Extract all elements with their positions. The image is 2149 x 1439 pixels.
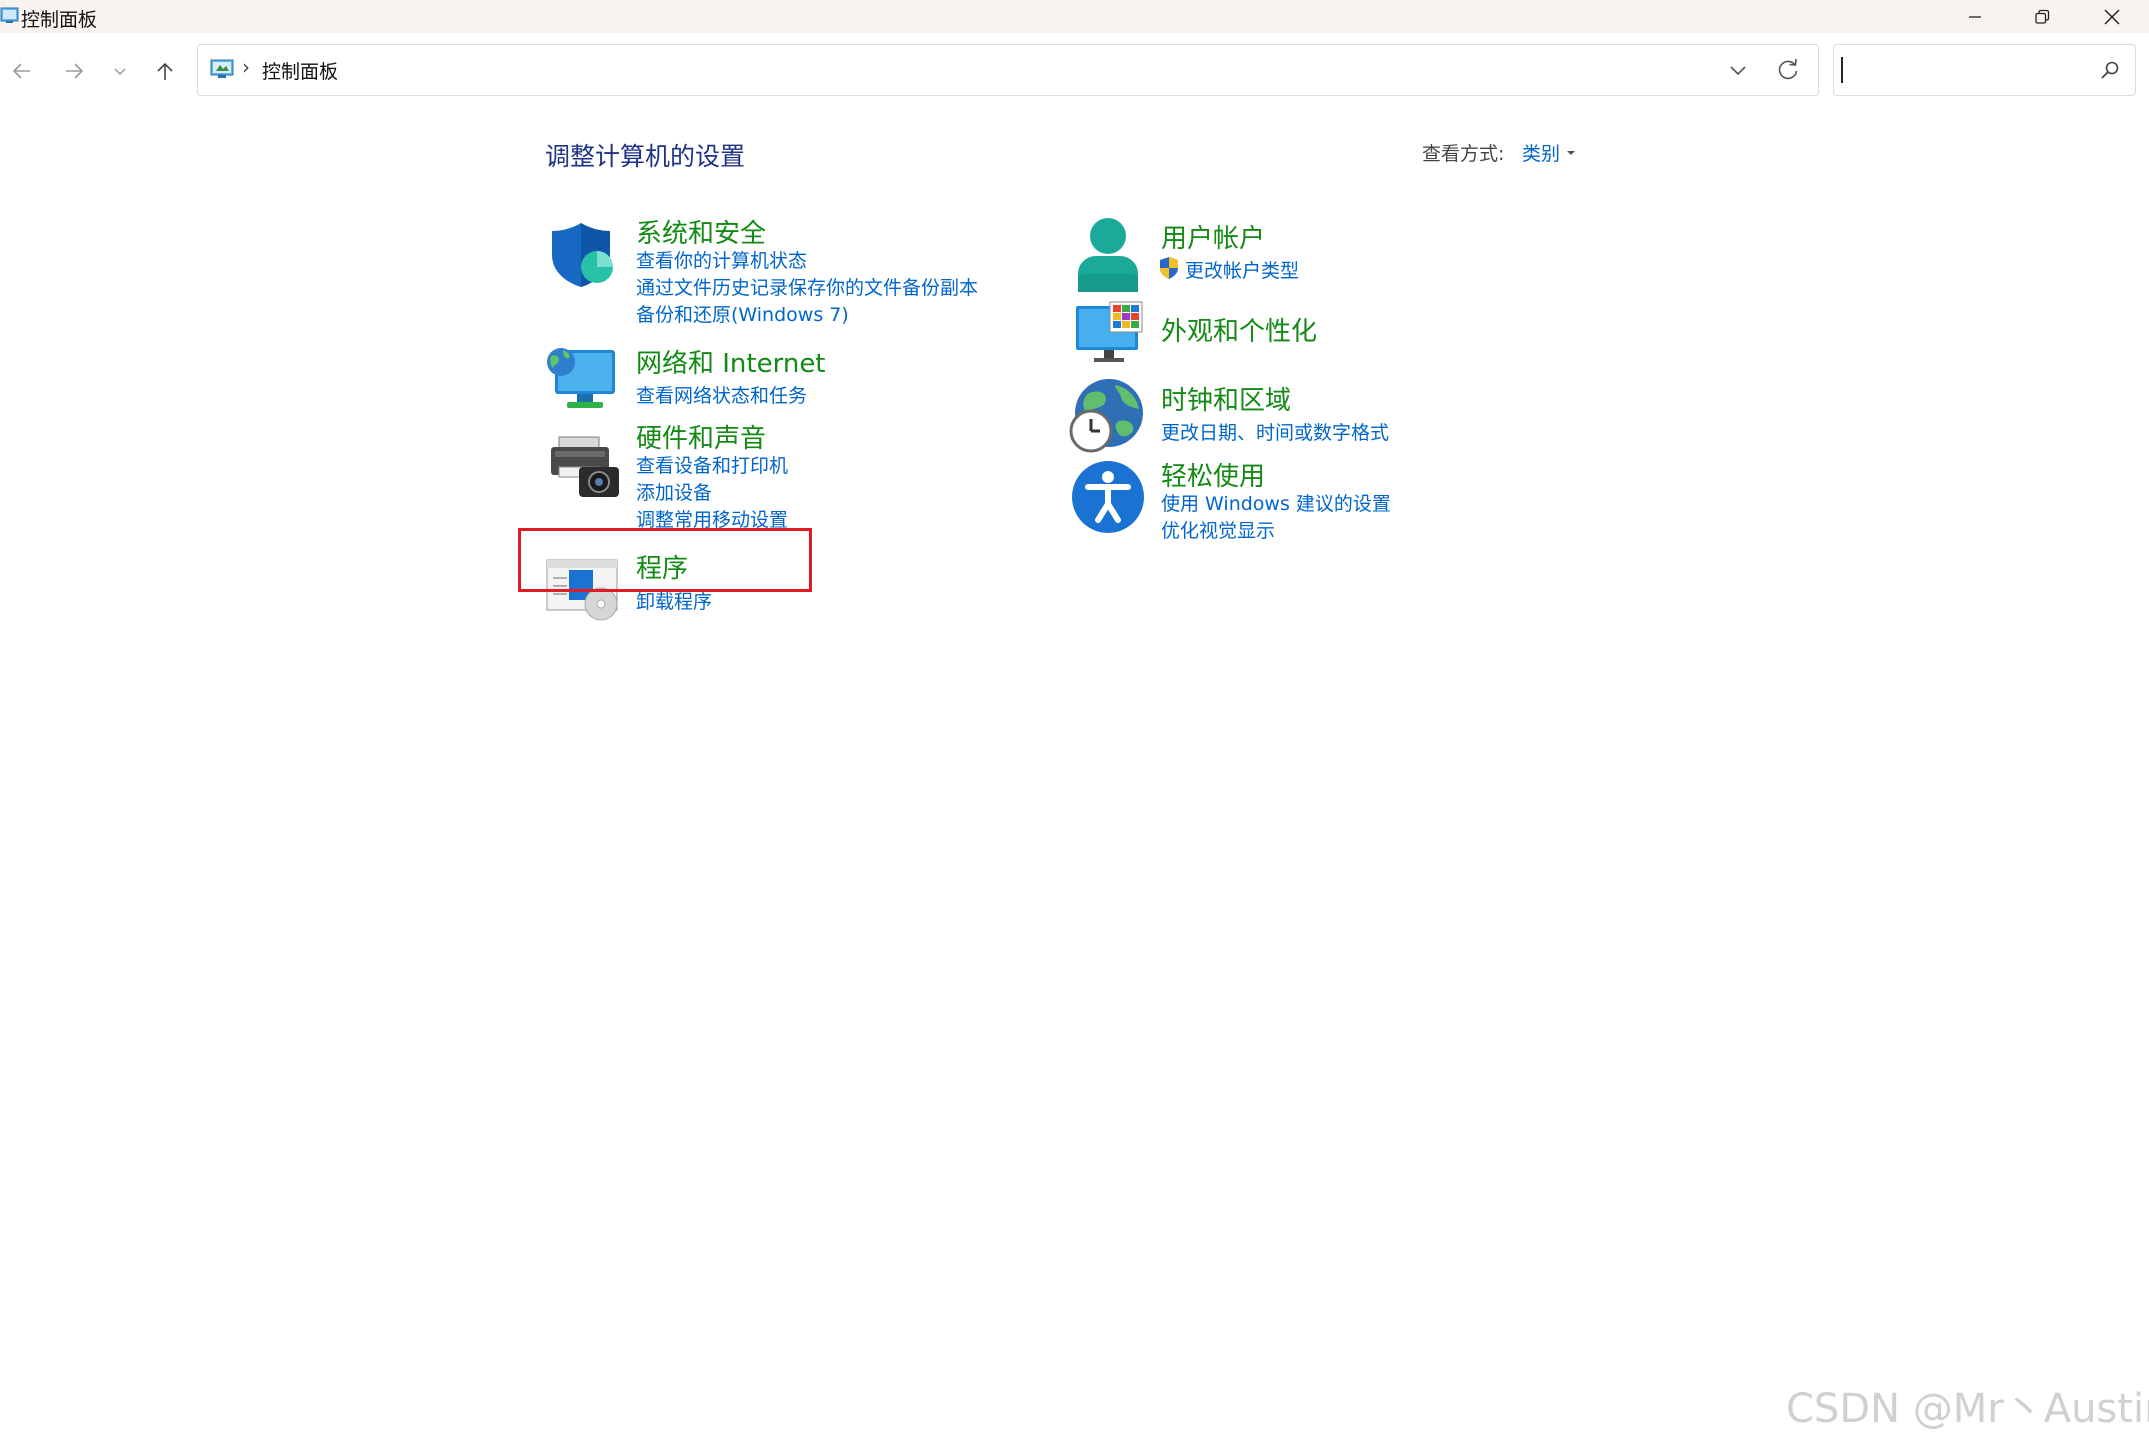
category-title-hardware-sound[interactable]: 硬件和声音 — [636, 418, 766, 455]
highlight-box — [518, 528, 812, 592]
forward-button[interactable] — [56, 53, 92, 89]
forward-arrow-icon — [66, 63, 84, 79]
network-globe-monitor-icon[interactable] — [545, 342, 621, 414]
category-title-user-accounts[interactable]: 用户帐户 — [1161, 218, 1265, 255]
view-by-dropdown[interactable]: 类别 — [1522, 139, 1560, 166]
title-bar: 控制面板 — [0, 0, 2149, 33]
recent-locations-button[interactable] — [102, 53, 138, 89]
text-caret — [1841, 57, 1843, 83]
category-title-clock-region[interactable]: 时钟和区域 — [1161, 380, 1291, 417]
page-title: 调整计算机的设置 — [545, 142, 746, 171]
link-windows-recommended-settings[interactable]: 使用 Windows 建议的设置 — [1161, 489, 1391, 516]
restore-button[interactable] — [2008, 0, 2076, 33]
minimize-button[interactable] — [1941, 0, 2009, 33]
search-input[interactable] — [1833, 44, 2136, 96]
up-arrow-icon — [157, 62, 173, 80]
category-title-appearance-personalization[interactable]: 外观和个性化 — [1161, 311, 1317, 348]
uac-shield-icon — [1160, 257, 1178, 279]
link-backup-restore-win7[interactable]: 备份和还原(Windows 7) — [636, 300, 849, 327]
printer-camera-icon[interactable] — [549, 433, 621, 499]
user-person-icon[interactable] — [1074, 216, 1142, 292]
shield-security-icon[interactable] — [545, 219, 617, 291]
window-title: 控制面板 — [21, 9, 98, 31]
restore-icon — [2035, 9, 2050, 24]
breadcrumb-separator[interactable]: › — [242, 55, 250, 79]
dropdown-arrow-icon[interactable] — [1566, 150, 1576, 156]
back-arrow-icon — [12, 63, 30, 79]
minimize-icon — [1969, 15, 1981, 18]
link-view-computer-status[interactable]: 查看你的计算机状态 — [636, 246, 807, 273]
accessibility-icon[interactable] — [1071, 460, 1145, 534]
close-button[interactable] — [2078, 0, 2146, 33]
watermark: CSDN @Mr丶Austin — [1786, 1386, 2149, 1432]
close-icon — [2104, 8, 2120, 25]
address-bar[interactable]: › 控制面板 — [197, 44, 1819, 96]
link-view-devices-printers[interactable]: 查看设备和打印机 — [636, 451, 788, 478]
control-panel-icon — [0, 7, 19, 23]
view-by-label: 查看方式: — [1422, 143, 1505, 165]
monitor-colors-icon[interactable] — [1074, 300, 1144, 364]
address-history-chevron-icon[interactable] — [1726, 58, 1750, 82]
up-button[interactable] — [147, 53, 183, 89]
category-title-ease-of-access[interactable]: 轻松使用 — [1161, 456, 1265, 493]
category-title-network-internet[interactable]: 网络和 Internet — [636, 343, 826, 380]
search-icon[interactable] — [2099, 59, 2121, 81]
back-button[interactable] — [4, 53, 40, 89]
refresh-icon[interactable] — [1775, 57, 1801, 83]
category-title-system-security[interactable]: 系统和安全 — [636, 213, 766, 250]
link-file-history-backup[interactable]: 通过文件历史记录保存你的文件备份副本 — [636, 273, 978, 300]
globe-clock-icon[interactable] — [1069, 377, 1145, 453]
link-add-device[interactable]: 添加设备 — [636, 478, 712, 505]
control-panel-icon — [210, 59, 234, 78]
link-change-date-time-format[interactable]: 更改日期、时间或数字格式 — [1161, 418, 1389, 445]
link-view-network-status[interactable]: 查看网络状态和任务 — [636, 381, 807, 408]
link-change-account-type[interactable]: 更改帐户类型 — [1185, 256, 1299, 283]
breadcrumb-control-panel[interactable]: 控制面板 — [262, 57, 338, 84]
navigation-bar: › 控制面板 — [0, 33, 2149, 105]
recent-locations-chevron-icon — [114, 68, 126, 76]
link-optimize-visual-display[interactable]: 优化视觉显示 — [1161, 516, 1275, 543]
